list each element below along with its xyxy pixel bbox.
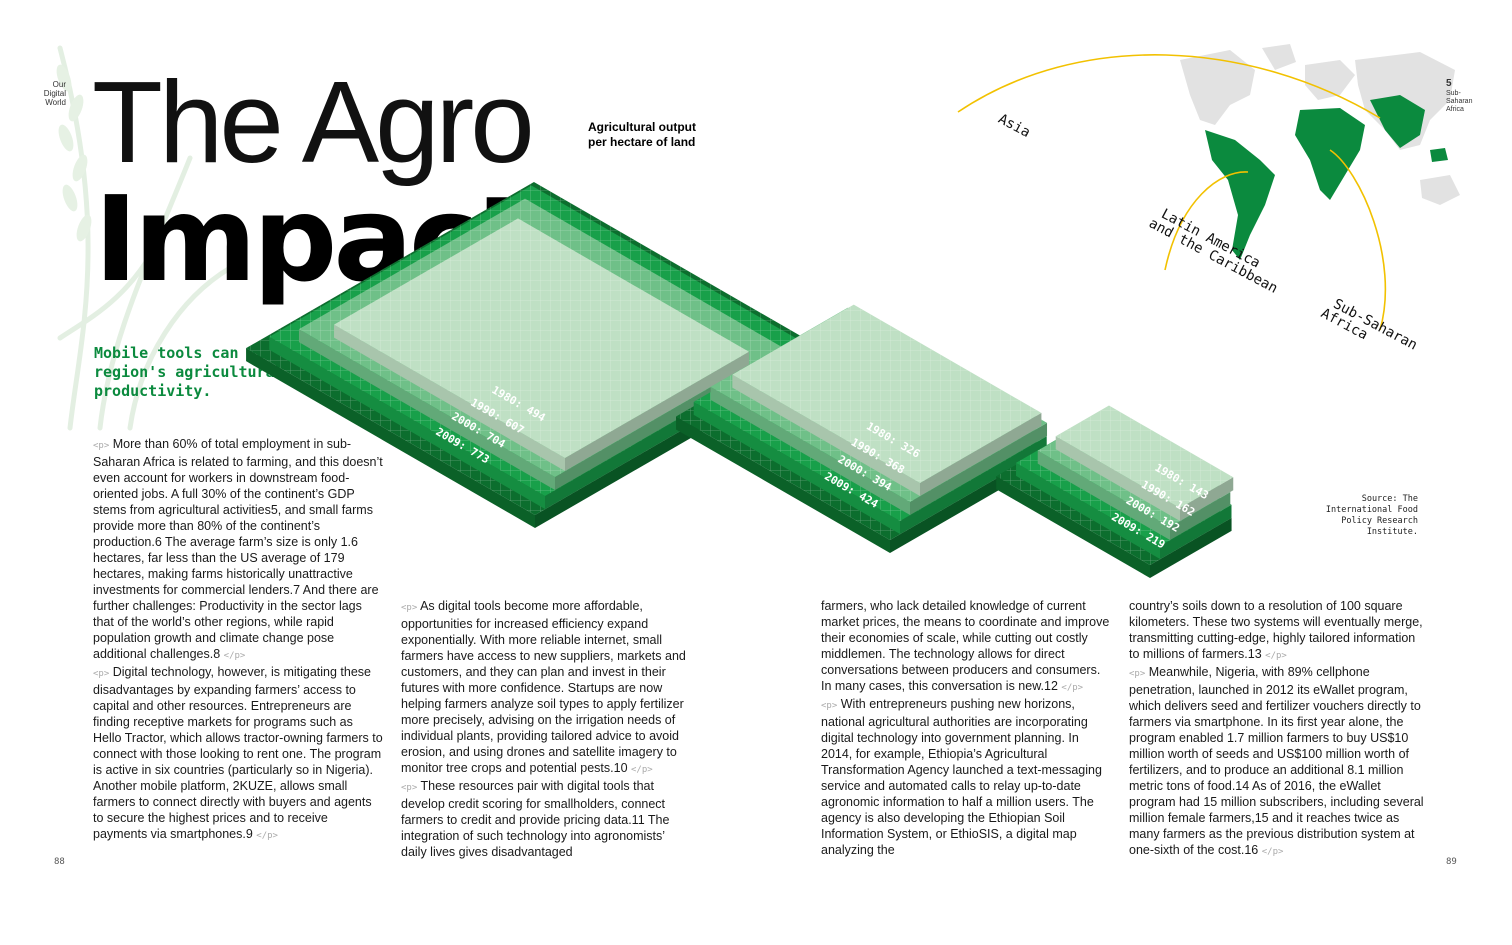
map-landmass [1430, 148, 1448, 162]
paragraph: <p> Digital technology, however, is miti… [93, 664, 383, 844]
paragraph: country’s soils down to a resolution of … [1129, 598, 1429, 664]
map-legend-number: 5 [1446, 78, 1452, 89]
map-landmass [1262, 44, 1296, 70]
map-legend-text: Sub-Saharan Africa [1446, 90, 1473, 113]
paragraph-text: More than 60% of total employment in sub… [93, 437, 383, 661]
open-tag: <p> [93, 669, 110, 679]
close-tag: </p> [223, 651, 246, 661]
paragraph: <p> As digital tools become more afforda… [401, 598, 693, 778]
paragraph-text: Meanwhile, Nigeria, with 89% cellphone p… [1129, 665, 1424, 857]
text-column-4: country’s soils down to a resolution of … [1129, 598, 1429, 860]
map-landmass [1420, 175, 1460, 205]
source-note: Source: The International Food Policy Re… [1325, 494, 1418, 537]
close-tag: </p> [1261, 847, 1284, 857]
open-tag: <p> [401, 603, 418, 613]
close-tag: </p> [256, 831, 278, 841]
chart-slabs [246, 181, 1234, 578]
paragraph-text: These resources pair with digital tools … [401, 779, 670, 859]
open-tag: <p> [1129, 669, 1146, 679]
open-tag: <p> [93, 441, 110, 451]
map-legend: 5 Sub-Saharan Africa [1446, 78, 1486, 114]
text-column-2: <p> As digital tools become more afforda… [401, 598, 693, 860]
paragraph: <p> With entrepreneurs pushing new horiz… [821, 696, 1113, 858]
paragraph: <p> More than 60% of total employment in… [93, 436, 383, 664]
paragraph: <p> These resources pair with digital to… [401, 778, 693, 860]
close-tag: </p> [1265, 651, 1287, 661]
map-landmass [1295, 108, 1365, 200]
paragraph-text: Digital technology, however, is mitigati… [93, 665, 383, 841]
text-column-1: <p> More than 60% of total employment in… [93, 436, 383, 844]
paragraph: farmers, who lack detailed knowledge of … [821, 598, 1113, 696]
region-name-label: Asia [995, 111, 1032, 141]
map-landmass [1180, 50, 1255, 125]
page-number-left: 88 [54, 857, 65, 867]
close-tag: </p> [631, 765, 653, 775]
paragraph-text: As digital tools become more affordable,… [401, 599, 686, 775]
paragraph-text: farmers, who lack detailed knowledge of … [821, 599, 1110, 693]
world-map [1180, 44, 1460, 260]
map-landmass [1305, 60, 1355, 100]
page-number-right: 89 [1446, 857, 1457, 867]
paragraph-text: With entrepreneurs pushing new horizons,… [821, 697, 1102, 857]
close-tag: </p> [1061, 683, 1084, 693]
open-tag: <p> [821, 701, 838, 711]
text-column-3: farmers, who lack detailed knowledge of … [821, 598, 1113, 858]
paragraph: <p> Meanwhile, Nigeria, with 89% cellpho… [1129, 664, 1429, 860]
open-tag: <p> [401, 783, 418, 793]
